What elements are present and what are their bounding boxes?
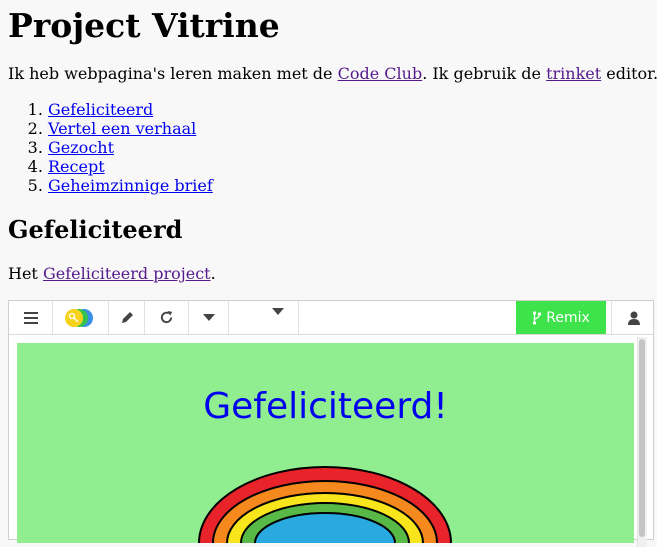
pencil-icon (121, 311, 133, 323)
caret-down-icon (271, 308, 284, 315)
section-text-suffix: . (210, 264, 216, 283)
trinket-toolbar: Remix (9, 301, 653, 335)
list-item: Recept (48, 157, 213, 176)
project-link-gezocht[interactable]: Gezocht (48, 138, 114, 157)
intro-middle: . Ik gebruik de (422, 64, 547, 83)
list-item: Geheimzinnige brief (48, 176, 213, 195)
intro-prefix: Ik heb webpagina's leren maken met de (8, 64, 338, 83)
project-link-vertel-een-verhaal[interactable]: Vertel een verhaal (48, 119, 196, 138)
intro-suffix: editor. (601, 64, 657, 83)
view-dropdown[interactable] (229, 301, 299, 334)
project-link-geheimzinnige-brief[interactable]: Geheimzinnige brief (48, 176, 213, 195)
reload-button[interactable] (145, 301, 189, 334)
output-scrollbar[interactable] (637, 337, 647, 547)
page-title: Project Vitrine (8, 6, 280, 45)
caret-down-icon (202, 314, 215, 321)
section-heading: Gefeliciteerd (8, 215, 183, 244)
list-item: Vertel een verhaal (48, 119, 213, 138)
trinket-link[interactable]: trinket (546, 64, 601, 83)
remix-button[interactable]: Remix (516, 301, 606, 334)
list-item: Gefeliciteerd (48, 100, 213, 119)
trinket-logo-icon (64, 308, 93, 327)
options-dropdown[interactable] (189, 301, 229, 334)
edit-button[interactable] (109, 301, 145, 334)
project-link-recept[interactable]: Recept (48, 157, 105, 176)
menu-button[interactable] (9, 301, 53, 334)
trinket-output: Gefeliciteerd! (17, 343, 634, 543)
list-item: Gezocht (48, 138, 213, 157)
remix-label: Remix (546, 309, 590, 326)
trinket-logo-button[interactable] (53, 301, 109, 334)
rainbow-image (198, 466, 452, 543)
menu-icon (23, 311, 38, 324)
intro-paragraph: Ik heb webpagina's leren maken met de Co… (8, 64, 657, 84)
scrollbar-thumb[interactable] (639, 339, 645, 537)
section-text: Het Gefeliciteerd project. (8, 264, 216, 284)
section-text-prefix: Het (8, 264, 43, 283)
branch-icon (533, 310, 542, 325)
project-link[interactable]: Gefeliciteerd project (43, 264, 211, 283)
reload-icon (160, 310, 173, 324)
trinket-embed: Remix Gefeliciteerd! (8, 300, 654, 547)
user-button[interactable] (611, 301, 655, 334)
user-icon (627, 311, 640, 325)
project-link-gefeliciteerd[interactable]: Gefeliciteerd (48, 100, 153, 119)
project-list: Gefeliciteerd Vertel een verhaal Gezocht… (8, 100, 213, 195)
codeclub-link[interactable]: Code Club (338, 64, 423, 83)
